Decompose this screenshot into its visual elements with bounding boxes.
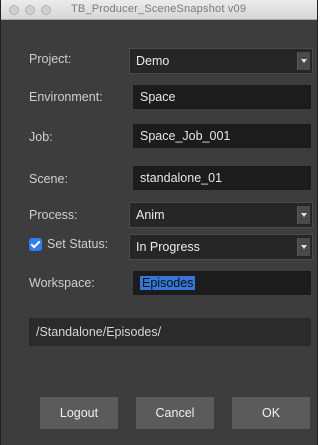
scene-snapshot-window: TB_Producer_SceneSnapshot v09 Project: D… [0, 0, 318, 445]
job-value: Space_Job_001 [140, 129, 231, 143]
scene-field[interactable]: standalone_01 [133, 166, 311, 190]
workspace-field[interactable]: Episodes [133, 271, 311, 295]
window-title: TB_Producer_SceneSnapshot v09 [71, 3, 247, 15]
chevron-down-icon[interactable] [297, 52, 310, 70]
path-display: /Standalone/Episodes/ [29, 318, 311, 346]
process-dropdown[interactable]: Anim [129, 202, 313, 228]
workspace-value: Episodes [140, 276, 196, 290]
project-dropdown[interactable]: Demo [129, 48, 313, 74]
close-window-button[interactable] [9, 5, 19, 15]
project-label: Project: [29, 52, 72, 66]
title-bar[interactable]: TB_Producer_SceneSnapshot v09 [1, 0, 317, 20]
process-value: Anim [136, 208, 165, 222]
set-status-label: Set Status: [47, 237, 109, 251]
workspace-label: Workspace: [29, 276, 95, 290]
ok-button[interactable]: OK [231, 396, 311, 430]
environment-label: Environment: [29, 90, 103, 104]
status-value: In Progress [136, 240, 200, 254]
status-dropdown[interactable]: In Progress [129, 234, 313, 260]
job-label: Job: [29, 130, 53, 144]
minimize-window-button[interactable] [25, 5, 35, 15]
project-value: Demo [136, 54, 170, 68]
path-text: /Standalone/Episodes/ [36, 325, 162, 339]
scene-label: Scene: [29, 172, 68, 186]
process-label: Process: [29, 208, 78, 222]
chevron-down-icon[interactable] [297, 206, 310, 224]
scene-value: standalone_01 [140, 171, 223, 185]
chevron-down-icon[interactable] [297, 238, 310, 256]
zoom-window-button[interactable] [41, 5, 51, 15]
environment-field[interactable]: Space [133, 85, 311, 109]
environment-value: Space [140, 90, 176, 104]
cancel-button[interactable]: Cancel [135, 396, 215, 430]
set-status-checkbox[interactable] [29, 238, 42, 251]
job-field[interactable]: Space_Job_001 [133, 124, 311, 148]
logout-button[interactable]: Logout [39, 396, 119, 430]
